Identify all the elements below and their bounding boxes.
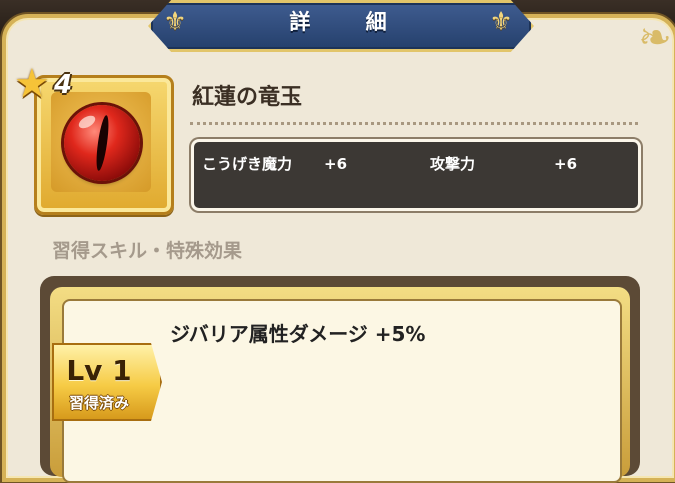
orb-shine (76, 113, 98, 131)
learned-status: 習得済み (68, 394, 129, 412)
skill-effect-text: ジバリア属性ダメージ +5% (170, 322, 426, 346)
page-title: 詳 細 (289, 10, 411, 34)
star-icon: ★ (14, 61, 50, 107)
stats-box: こうげき魔力 +6 攻撃力 +6 (191, 139, 641, 211)
dragon-orb-icon (64, 105, 140, 181)
corner-flourish-icon: ❧ (638, 15, 672, 61)
item-name: 紅蓮の竜玉 (192, 85, 303, 110)
dotted-divider (190, 122, 638, 125)
orb-pupil (94, 114, 111, 172)
stat-value-attack: +6 (554, 155, 578, 173)
stat-label-attack: 攻撃力 (430, 155, 476, 173)
level-text: Lv 1 (66, 354, 132, 387)
stat-value-magic-attack: +6 (324, 155, 348, 173)
stat-label-magic-attack: こうげき魔力 (202, 155, 293, 173)
section-label-skills: 習得スキル・特殊効果 (52, 240, 243, 262)
rarity-number: 4 (54, 70, 73, 100)
